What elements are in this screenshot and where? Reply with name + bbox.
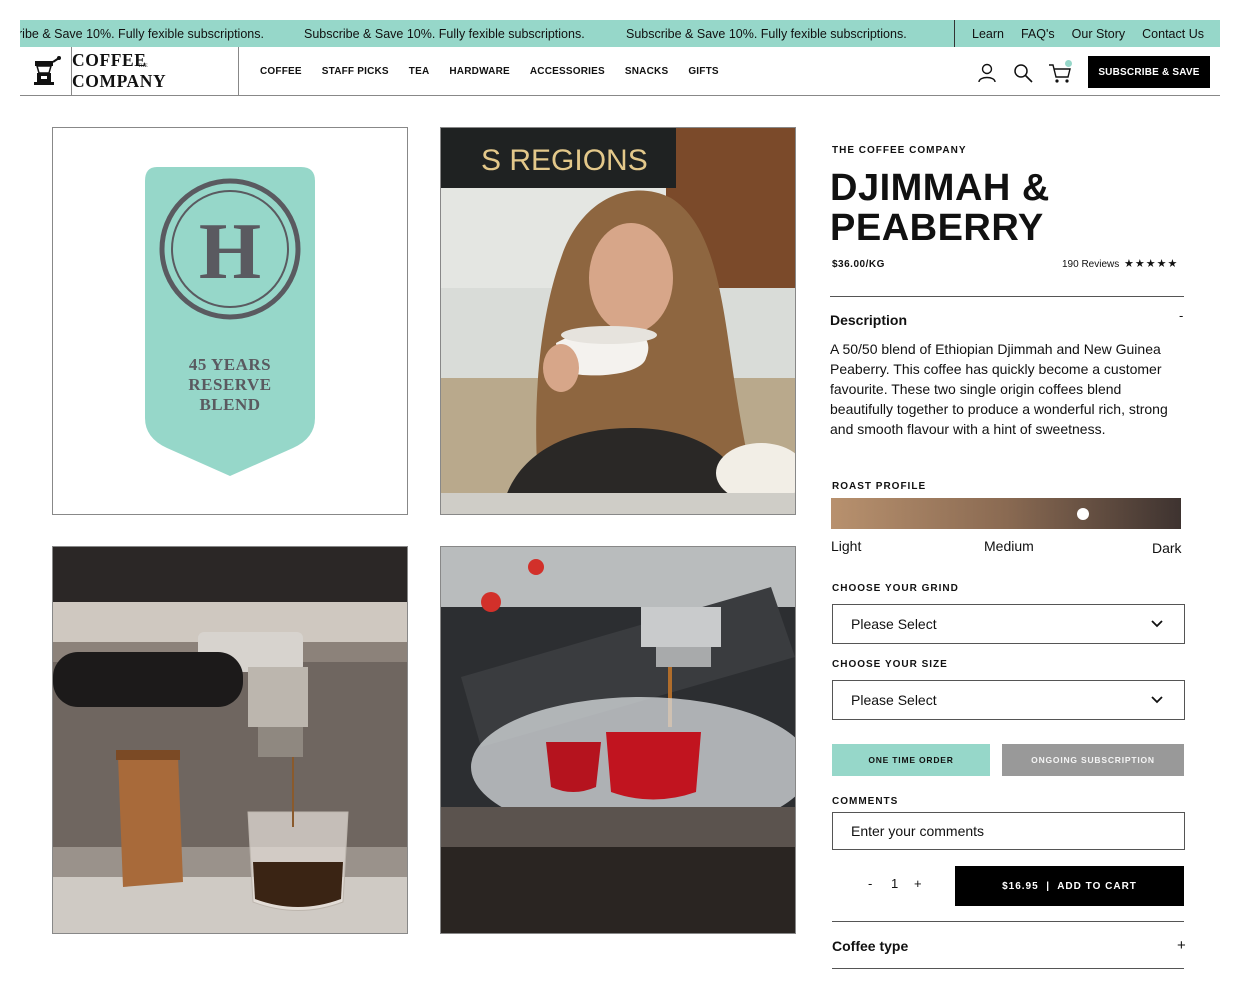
account-icon[interactable] — [976, 62, 998, 84]
description-text: A 50/50 blend of Ethiopian Djimmah and N… — [830, 341, 1168, 437]
espresso-machine-illustration — [53, 547, 407, 933]
announcement-divider — [954, 20, 955, 47]
divider — [832, 921, 1184, 922]
add-to-cart-button[interactable]: $16.95 | ADD TO CART — [955, 866, 1184, 906]
menu-item-hardware[interactable]: HARDWARE — [449, 66, 510, 77]
quantity-value: 1 — [891, 876, 899, 891]
logo-wordmark[interactable]: THE COFFEE COMPANY — [72, 47, 239, 95]
menu-item-snacks[interactable]: SNACKS — [625, 66, 668, 77]
product-price: $36.00/KG — [832, 259, 885, 270]
roast-profile-slider[interactable] — [831, 498, 1181, 529]
logo-prefix: THE — [138, 64, 148, 69]
size-select-value: Please Select — [851, 692, 937, 708]
comments-input[interactable] — [832, 812, 1185, 850]
divider — [832, 968, 1184, 969]
roast-profile-knob[interactable] — [1077, 508, 1089, 520]
product-title-line-1: DJIMMAH & — [830, 167, 1050, 209]
badge-line-3: BLEND — [199, 395, 260, 414]
search-icon[interactable] — [1012, 62, 1034, 84]
roast-dark-label: Dark — [1152, 540, 1182, 556]
header-icons — [976, 60, 1072, 84]
grind-select[interactable]: Please Select — [832, 604, 1185, 644]
link-learn[interactable]: Learn — [972, 27, 1004, 41]
woman-drinking-coffee-photo[interactable]: S REGIONS — [440, 127, 796, 515]
grind-label: CHOOSE YOUR GRIND — [832, 583, 959, 594]
menu-item-tea[interactable]: TEA — [409, 66, 430, 77]
roast-medium-label: Medium — [984, 538, 1034, 554]
star-rating-icon: ★★★★★ — [1124, 258, 1179, 270]
announcement-bar: ribe & Save 10%. Fully fexible subscript… — [20, 20, 1220, 47]
main-header: THE COFFEE COMPANY COFFEE STAFF PICKS TE… — [20, 47, 1220, 96]
announcement-message: Subscribe & Save 10%. Fully fexible subs… — [626, 27, 907, 41]
subscribe-save-button[interactable]: SUBSCRIBE & SAVE — [1088, 56, 1210, 88]
badge-line-2: RESERVE — [188, 375, 271, 394]
cafe-sign-text: S REGIONS — [481, 144, 648, 177]
chevron-down-icon — [1151, 696, 1163, 704]
quantity-increment-button[interactable]: + — [914, 876, 922, 891]
reviews-count: 190 Reviews — [1062, 259, 1120, 270]
size-label: CHOOSE YOUR SIZE — [832, 659, 948, 670]
link-contact-us[interactable]: Contact Us — [1142, 27, 1204, 41]
announcement-message: ribe & Save 10%. Fully fexible subscript… — [20, 27, 264, 41]
logo-name: COFFEE COMPANY — [72, 50, 167, 91]
cart-indicator-dot — [1065, 60, 1072, 67]
primary-menu: COFFEE STAFF PICKS TEA HARDWARE ACCESSOR… — [260, 66, 739, 77]
coffee-type-expand-toggle[interactable]: + — [1177, 937, 1186, 954]
roast-profile-label: ROAST PROFILE — [832, 481, 927, 492]
red-cups-illustration — [441, 547, 795, 933]
espresso-pour-photo[interactable] — [52, 546, 408, 934]
description-collapse-toggle[interactable]: - — [1179, 308, 1183, 323]
red-cups-steam-photo[interactable] — [440, 546, 796, 934]
product-brand: THE COFFEE COMPANY — [832, 145, 967, 156]
roast-light-label: Light — [831, 538, 862, 554]
chevron-down-icon — [1151, 620, 1163, 628]
description-heading[interactable]: Description — [830, 312, 907, 328]
link-our-story[interactable]: Our Story — [1072, 27, 1126, 41]
comments-label: COMMENTS — [832, 796, 899, 807]
menu-item-gifts[interactable]: GIFTS — [688, 66, 718, 77]
size-select[interactable]: Please Select — [832, 680, 1185, 720]
reviews-summary[interactable]: 190 Reviews ★★★★★ — [1062, 257, 1178, 270]
badge-letter: H — [199, 208, 261, 296]
utility-links: Learn FAQ's Our Story Contact Us — [972, 27, 1220, 41]
grind-select-value: Please Select — [851, 616, 937, 632]
product-title-line-2: PEABERRY — [830, 207, 1044, 249]
product-badge-image[interactable]: H 45 YEARS RESERVE BLEND — [52, 127, 408, 515]
grinder-logo-icon — [33, 56, 61, 85]
quantity-decrement-button[interactable]: - — [868, 876, 872, 891]
product-title: DJIMMAH & PEABERRY — [830, 168, 1050, 248]
logo-mark[interactable] — [20, 47, 72, 95]
cart-icon[interactable] — [1048, 60, 1072, 84]
menu-item-staff-picks[interactable]: STAFF PICKS — [322, 66, 389, 77]
announcement-message: Subscribe & Save 10%. Fully fexible subs… — [304, 27, 585, 41]
divider — [830, 296, 1184, 297]
announcement-ticker: ribe & Save 10%. Fully fexible subscript… — [20, 20, 954, 47]
ongoing-subscription-button[interactable]: ONGOING SUBSCRIPTION — [1002, 744, 1184, 776]
menu-item-coffee[interactable]: COFFEE — [260, 66, 302, 77]
one-time-order-button[interactable]: ONE TIME ORDER — [832, 744, 990, 776]
link-faqs[interactable]: FAQ's — [1021, 27, 1055, 41]
coffee-type-heading[interactable]: Coffee type — [832, 938, 908, 954]
badge-line-1: 45 YEARS — [189, 355, 271, 374]
menu-item-accessories[interactable]: ACCESSORIES — [530, 66, 605, 77]
cafe-photo-illustration: S REGIONS — [441, 128, 795, 514]
blend-badge-graphic: H 45 YEARS RESERVE BLEND — [145, 167, 315, 476]
